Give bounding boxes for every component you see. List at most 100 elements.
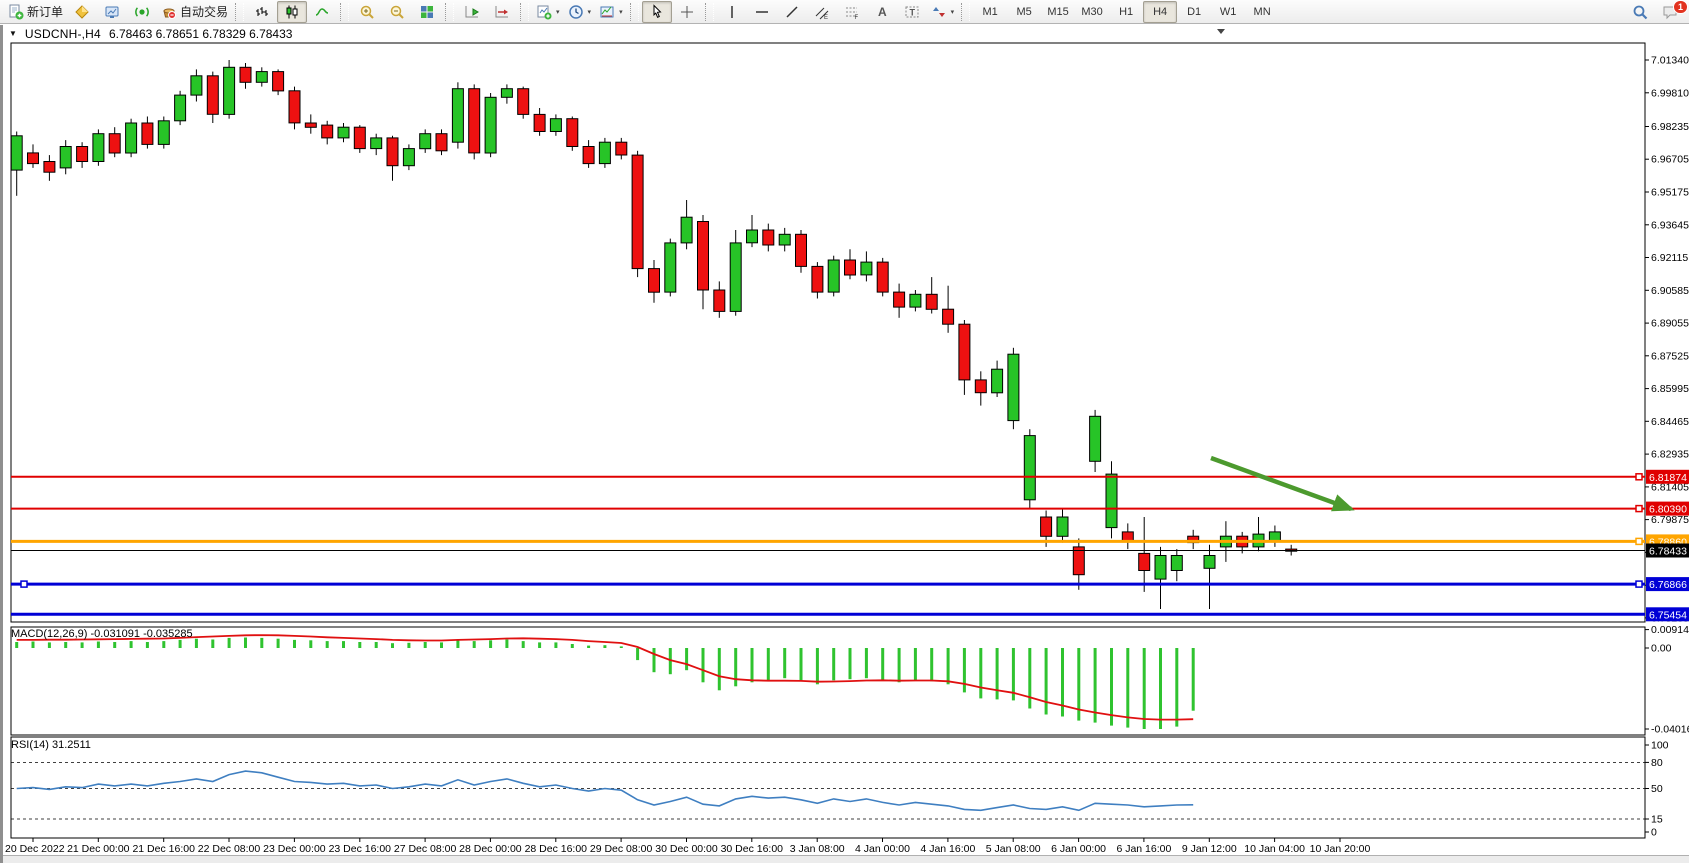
periods-button[interactable]: ▾ bbox=[564, 1, 596, 23]
tf-mn-button[interactable]: MN bbox=[1245, 1, 1279, 23]
candlestick-icon bbox=[284, 4, 300, 20]
templates-button[interactable]: ▾ bbox=[595, 1, 627, 23]
chart-shift-button[interactable] bbox=[457, 1, 487, 23]
svg-text:6.96705: 6.96705 bbox=[1651, 154, 1689, 166]
autotrading-button[interactable]: 自动交易 bbox=[157, 1, 232, 23]
notifications-button[interactable]: 1 bbox=[1655, 1, 1685, 23]
zoom-in-button[interactable] bbox=[352, 1, 382, 23]
notification-count-badge: 1 bbox=[1673, 0, 1688, 14]
price-badge-6.81874: 6.81874 bbox=[1646, 470, 1689, 484]
tf-m5-button-label: M5 bbox=[1016, 6, 1031, 18]
collapse-icon[interactable]: ▼ bbox=[9, 29, 17, 38]
chart-window[interactable]: ▼ USDCNH-,H4 6.78463 6.78651 6.78329 6.7… bbox=[0, 25, 1689, 863]
gold-gem-button[interactable] bbox=[67, 1, 97, 23]
autotrading-icon bbox=[161, 4, 177, 20]
svg-text:30 Dec 16:00: 30 Dec 16:00 bbox=[721, 843, 784, 855]
toolbar-separator bbox=[630, 3, 639, 21]
text-icon: A bbox=[874, 4, 890, 20]
svg-text:23 Dec 00:00: 23 Dec 00:00 bbox=[263, 843, 326, 855]
green-signal-icon bbox=[134, 4, 150, 20]
tf-mn-button-label: MN bbox=[1254, 6, 1271, 18]
search-button[interactable] bbox=[1625, 1, 1655, 23]
svg-text:10 Jan 20:00: 10 Jan 20:00 bbox=[1310, 843, 1371, 855]
svg-text:6 Jan 00:00: 6 Jan 00:00 bbox=[1051, 843, 1106, 855]
tf-w1-button[interactable]: W1 bbox=[1211, 1, 1245, 23]
bar-chart-button[interactable] bbox=[247, 1, 277, 23]
horizontal-line-button[interactable] bbox=[747, 1, 777, 23]
line-chart-button[interactable] bbox=[307, 1, 337, 23]
tf-h4-button[interactable]: H4 bbox=[1143, 1, 1177, 23]
trend-arrow[interactable] bbox=[1211, 458, 1351, 509]
crosshair-icon bbox=[679, 4, 695, 20]
chart-canvas[interactable]: 7.013406.998106.982356.967056.951756.936… bbox=[3, 25, 1689, 863]
svg-text:3 Jan 08:00: 3 Jan 08:00 bbox=[790, 843, 845, 855]
new-order-icon bbox=[8, 4, 24, 20]
price-badge-6.78433: 6.78433 bbox=[1646, 544, 1689, 558]
fibonacci-button[interactable]: F bbox=[837, 1, 867, 23]
new-order-button[interactable]: 新订单 bbox=[4, 1, 67, 23]
svg-text:6.98235: 6.98235 bbox=[1651, 121, 1689, 133]
macd-pane: 0.0091420.00-0.040162 bbox=[15, 624, 1689, 735]
new-order-button-label: 新订单 bbox=[27, 3, 63, 20]
tf-m15-button[interactable]: M15 bbox=[1041, 1, 1075, 23]
hline-6.80390[interactable] bbox=[11, 506, 1645, 512]
svg-text:6.79875: 6.79875 bbox=[1651, 514, 1689, 526]
text-label-button[interactable]: T bbox=[897, 1, 927, 23]
svg-text:E: E bbox=[824, 15, 828, 20]
svg-text:6.92115: 6.92115 bbox=[1651, 252, 1688, 264]
hline-6.76866[interactable] bbox=[11, 581, 1645, 587]
hline-6.78860[interactable] bbox=[11, 538, 1645, 544]
rsi-label: RSI(14) 31.2511 bbox=[11, 739, 91, 751]
candlestick-button[interactable] bbox=[277, 1, 307, 23]
signals-button[interactable] bbox=[127, 1, 157, 23]
chart-shift-marker[interactable] bbox=[1217, 29, 1225, 34]
toolbar-separator bbox=[340, 3, 349, 21]
tf-m15-button-label: M15 bbox=[1047, 6, 1068, 18]
price-badge-6.76866: 6.76866 bbox=[1646, 577, 1689, 591]
svg-text:4 Jan 16:00: 4 Jan 16:00 bbox=[920, 843, 975, 855]
svg-text:6.78433: 6.78433 bbox=[1649, 546, 1687, 558]
tf-d1-button[interactable]: D1 bbox=[1177, 1, 1211, 23]
vertical-line-button[interactable] bbox=[717, 1, 747, 23]
svg-text:6.81874: 6.81874 bbox=[1649, 472, 1687, 484]
horizontal-line-icon bbox=[754, 4, 770, 20]
time-axis: 20 Dec 202221 Dec 00:0021 Dec 16:0022 De… bbox=[5, 838, 1371, 855]
autotrading-button-label: 自动交易 bbox=[180, 3, 228, 20]
tf-m5-button[interactable]: M5 bbox=[1007, 1, 1041, 23]
svg-text:T: T bbox=[909, 7, 915, 17]
hline-6.81874[interactable] bbox=[11, 474, 1645, 480]
tf-d1-button-label: D1 bbox=[1187, 6, 1201, 18]
dropdown-arrow-icon: ▾ bbox=[588, 8, 592, 16]
toolbar-separator bbox=[705, 3, 714, 21]
new-chart-button[interactable]: ▾ bbox=[532, 1, 564, 23]
crosshair-button[interactable] bbox=[672, 1, 702, 23]
svg-text:9 Jan 12:00: 9 Jan 12:00 bbox=[1182, 843, 1237, 855]
fibonacci-icon: F bbox=[844, 4, 860, 20]
svg-text:6.80390: 6.80390 bbox=[1649, 504, 1687, 516]
dropdown-arrow-icon: ▾ bbox=[619, 8, 623, 16]
tile-windows-button[interactable] bbox=[412, 1, 442, 23]
svg-text:29 Dec 08:00: 29 Dec 08:00 bbox=[590, 843, 653, 855]
main-toolbar: 新订单 自动交易 ▾ ▾ ▾ E FA T ▾ M1 M5 M15 M30H1H4 D1 W1 MN 1 bbox=[0, 0, 1689, 24]
shapes-icon bbox=[931, 4, 947, 20]
tf-m30-button[interactable]: M30 bbox=[1075, 1, 1109, 23]
tf-h1-button[interactable]: H1 bbox=[1109, 1, 1143, 23]
svg-text:0.009142: 0.009142 bbox=[1651, 624, 1689, 636]
tf-m1-button[interactable]: M1 bbox=[973, 1, 1007, 23]
svg-text:4 Jan 00:00: 4 Jan 00:00 bbox=[855, 843, 910, 855]
cursor-button[interactable] bbox=[642, 1, 672, 23]
remote-terminal-button[interactable] bbox=[97, 1, 127, 23]
status-strip bbox=[3, 855, 1689, 863]
svg-text:6.90585: 6.90585 bbox=[1651, 285, 1689, 297]
text-button[interactable]: A bbox=[867, 1, 897, 23]
dropdown-arrow-icon: ▾ bbox=[556, 8, 560, 16]
shapes-button[interactable]: ▾ bbox=[927, 1, 959, 23]
svg-text:21 Dec 16:00: 21 Dec 16:00 bbox=[132, 843, 195, 855]
zoom-out-button[interactable] bbox=[382, 1, 412, 23]
auto-scroll-button[interactable] bbox=[487, 1, 517, 23]
candles bbox=[11, 60, 1297, 609]
equidistant-channel-button[interactable]: E bbox=[807, 1, 837, 23]
chart-title-bar: ▼ USDCNH-,H4 6.78463 6.78651 6.78329 6.7… bbox=[9, 25, 292, 42]
svg-text:6.95175: 6.95175 bbox=[1651, 187, 1689, 199]
trendline-button[interactable] bbox=[777, 1, 807, 23]
